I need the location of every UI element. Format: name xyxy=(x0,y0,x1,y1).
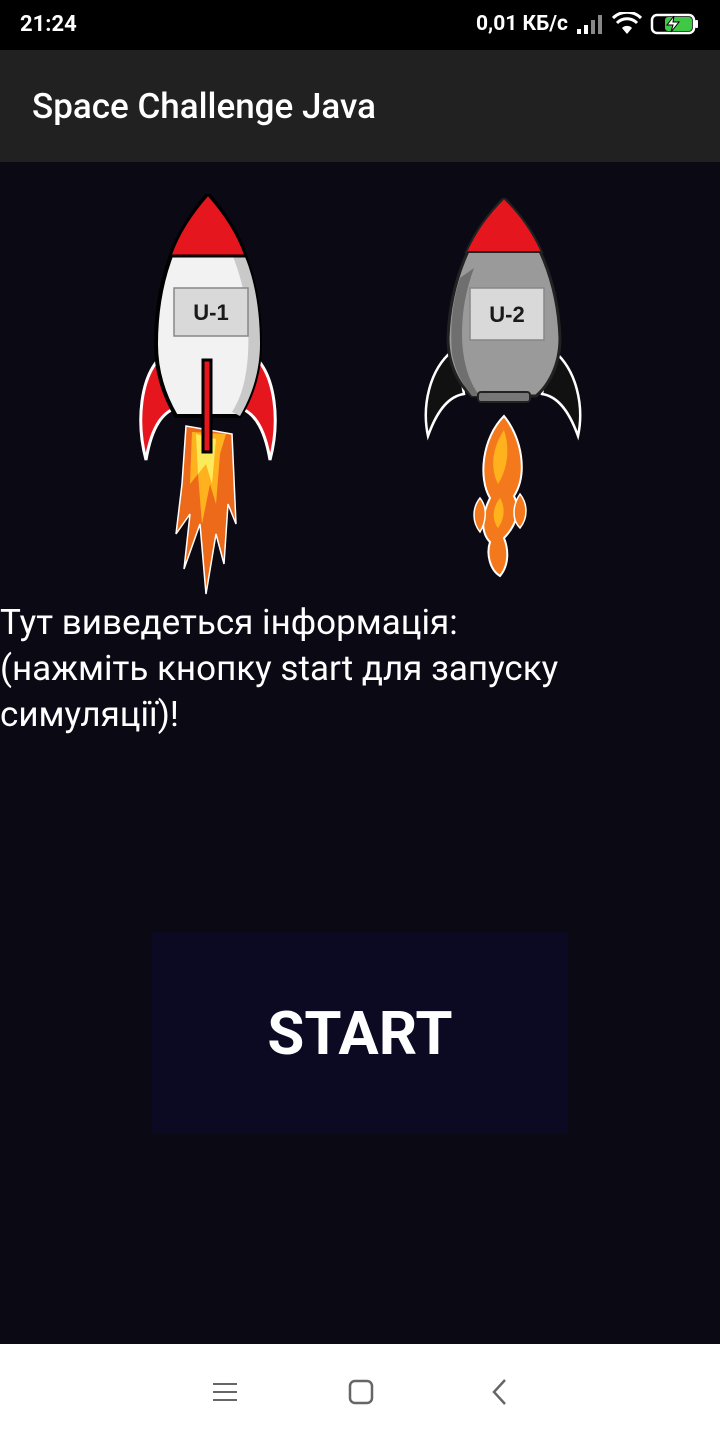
back-icon xyxy=(492,1379,506,1405)
info-text: Тут виведеться інформація: (нажміть кноп… xyxy=(0,602,559,735)
back-button[interactable] xyxy=(482,1374,518,1410)
status-time: 21:24 xyxy=(20,12,77,37)
rocket-u1: U-1 xyxy=(132,190,284,598)
main-content: U-1 U-2 Тут виведеться інформація: (нажм… xyxy=(0,162,720,1344)
start-button[interactable]: START xyxy=(152,932,568,1134)
status-indicators: 0,01 КБ/с xyxy=(476,12,700,36)
wifi-icon xyxy=(612,12,642,34)
rocket-u2-label: U-2 xyxy=(489,302,524,327)
app-bar: Space Challenge Java xyxy=(0,50,720,162)
rocket-u2: U-2 xyxy=(420,195,586,578)
rocket-u2-icon: U-2 xyxy=(424,195,582,578)
signal-icon xyxy=(577,15,602,34)
battery-charging-icon xyxy=(650,13,698,35)
home-icon xyxy=(348,1379,374,1405)
rocket-u1-icon: U-1 xyxy=(139,190,277,595)
app-title: Space Challenge Java xyxy=(32,86,377,127)
home-button[interactable] xyxy=(343,1374,379,1410)
status-bar: 21:24 0,01 КБ/с xyxy=(0,0,720,50)
menu-icon xyxy=(213,1383,237,1401)
menu-button[interactable] xyxy=(207,1374,243,1410)
network-speed: 0,01 КБ/с xyxy=(476,12,568,36)
rocket-u1-label: U-1 xyxy=(193,300,228,325)
navigation-bar xyxy=(0,1344,720,1440)
